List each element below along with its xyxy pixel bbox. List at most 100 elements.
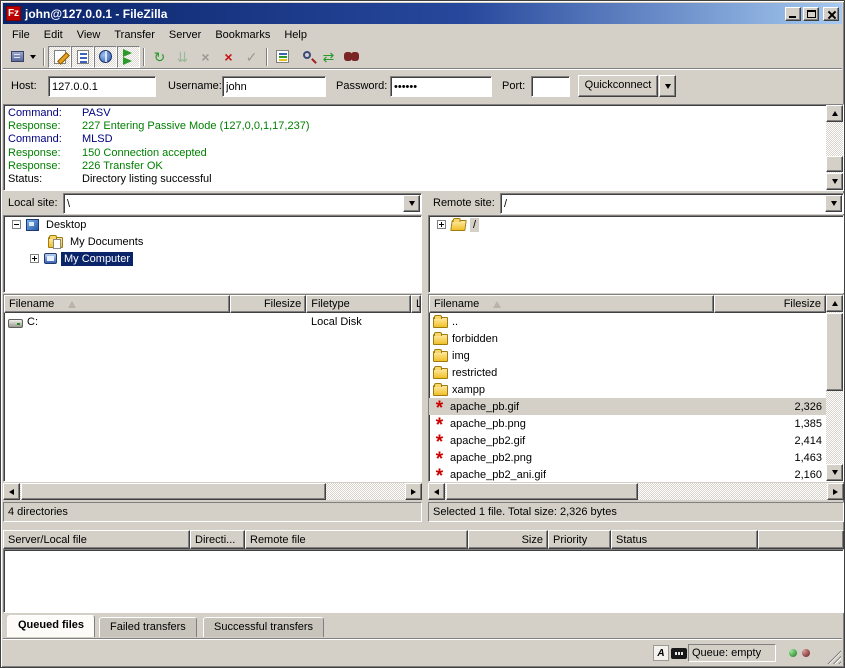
scroll-down-button[interactable] (826, 173, 843, 190)
scrollbar-thumb[interactable] (21, 483, 326, 500)
toggle-remote-tree-button[interactable] (94, 46, 117, 68)
menu-transfer[interactable]: Transfer (107, 27, 162, 43)
site-manager-dropdown-arrow-icon[interactable] (30, 55, 36, 59)
remote-site-combo[interactable]: / (500, 193, 844, 214)
column-header-filesize[interactable]: Filesize (714, 295, 826, 313)
local-file-list[interactable]: Filename Filesize Filetype L C: Local Di… (3, 294, 422, 482)
site-manager-button[interactable] (6, 46, 29, 68)
close-button[interactable] (823, 7, 839, 21)
column-header-remote-file[interactable]: Remote file (245, 530, 468, 549)
scroll-up-button[interactable] (826, 105, 843, 122)
file-row[interactable]: restricted (429, 364, 826, 381)
username-input[interactable] (222, 76, 326, 97)
status-bar: A Queue: empty (3, 639, 842, 665)
column-header-priority[interactable]: Priority (548, 530, 611, 549)
tree-item-my-computer[interactable]: My Computer (4, 250, 421, 267)
file-row[interactable]: apache_pb2.png1,463 (429, 449, 826, 466)
file-row[interactable]: .. (429, 313, 826, 330)
tree-item-root[interactable]: / (429, 216, 843, 233)
toggle-local-tree-button[interactable] (71, 46, 94, 68)
scrollbar-thumb[interactable] (446, 483, 638, 500)
tab-failed-transfers[interactable]: Failed transfers (99, 617, 197, 637)
quickconnect-dropdown-button[interactable] (659, 75, 676, 97)
column-header-size[interactable]: Size (468, 530, 548, 549)
tab-successful-transfers[interactable]: Successful transfers (203, 617, 324, 637)
local-list-hscrollbar[interactable] (3, 483, 422, 500)
column-header-filetype[interactable]: Filetype (306, 295, 411, 313)
file-row[interactable]: apache_pb2.gif2,414 (429, 432, 826, 449)
column-header-server-local-file[interactable]: Server/Local file (3, 530, 190, 549)
column-header-filename[interactable]: Filename (429, 295, 714, 313)
directory-comparison-button[interactable] (294, 46, 317, 68)
host-label: Host: (11, 80, 37, 92)
scrollbar-thumb[interactable] (826, 156, 843, 172)
data-type-indicator-icon[interactable]: A (653, 645, 669, 661)
toggle-transfer-queue-button[interactable] (117, 46, 140, 68)
remote-file-list[interactable]: Filename Filesize .. forbidden img restr… (428, 294, 844, 482)
column-header-direction[interactable]: Directi... (190, 530, 245, 549)
tree-item-desktop[interactable]: Desktop (4, 216, 421, 233)
minimize-button[interactable] (785, 7, 801, 21)
column-header-status[interactable]: Status (611, 530, 758, 549)
disconnect-button[interactable]: × (217, 46, 240, 68)
scroll-left-button[interactable] (3, 483, 20, 500)
reconnect-button[interactable]: ✓ (240, 46, 263, 68)
file-row[interactable]: apache_pb2_ani.gif2,160 (429, 466, 826, 482)
remote-list-scrollbar[interactable] (826, 295, 843, 481)
file-row[interactable]: xampp (429, 381, 826, 398)
remote-site-combo-button[interactable] (825, 195, 842, 212)
menu-bookmarks[interactable]: Bookmarks (208, 27, 277, 43)
refresh-button[interactable]: ↻ (148, 46, 171, 68)
file-row[interactable]: forbidden (429, 330, 826, 347)
menu-edit[interactable]: Edit (37, 27, 70, 43)
column-header-filesize[interactable]: Filesize (230, 295, 306, 313)
file-row-selected[interactable]: apache_pb.gif2,326 (429, 398, 826, 415)
expand-icon[interactable] (30, 254, 39, 263)
password-input[interactable] (390, 76, 492, 97)
queue-list[interactable] (3, 549, 844, 613)
scrollbar-thumb[interactable] (826, 313, 843, 391)
find-files-button[interactable] (340, 46, 363, 68)
scroll-right-button[interactable] (827, 483, 844, 500)
column-header-filename[interactable]: Filename (4, 295, 230, 313)
local-directory-tree[interactable]: Desktop My Documents My Computer (3, 215, 422, 293)
refresh-icon: ↻ (154, 50, 166, 64)
scroll-right-button[interactable] (405, 483, 422, 500)
local-site-combo-button[interactable] (403, 195, 420, 212)
local-site-combo[interactable]: \ (63, 193, 422, 214)
menu-file[interactable]: File (5, 27, 37, 43)
log-scrollbar[interactable] (826, 105, 843, 190)
remote-directory-tree[interactable]: / (428, 215, 844, 293)
remote-list-hscrollbar[interactable] (428, 483, 844, 500)
menu-view[interactable]: View (70, 27, 108, 43)
collapse-icon[interactable] (12, 220, 21, 229)
port-label: Port: (502, 80, 525, 92)
process-queue-button[interactable]: ⇊ (171, 46, 194, 68)
port-input[interactable] (531, 76, 570, 97)
speed-limits-icon[interactable] (671, 648, 687, 659)
resize-grip[interactable] (827, 650, 841, 664)
toggle-message-log-button[interactable] (48, 46, 71, 68)
maximize-button[interactable] (803, 7, 819, 21)
column-header-last-modified[interactable]: L (411, 295, 421, 313)
scroll-left-button[interactable] (428, 483, 445, 500)
synchronized-browsing-button[interactable]: ⇄ (317, 46, 340, 68)
expand-icon[interactable] (437, 220, 446, 229)
file-row[interactable]: apache_pb.png1,385 (429, 415, 826, 432)
cancel-operation-button[interactable]: × (194, 46, 217, 68)
scroll-down-button[interactable] (826, 464, 843, 481)
message-log[interactable]: Command:PASV Response:227 Entering Passi… (3, 104, 844, 191)
title-bar[interactable]: Fz john@127.0.0.1 - FileZilla (3, 3, 842, 24)
file-row-c-drive[interactable]: C: Local Disk (4, 313, 421, 330)
tab-queued-files[interactable]: Queued files (7, 615, 95, 637)
column-header-filler (758, 530, 844, 549)
quickconnect-button[interactable]: Quickconnect (578, 75, 658, 97)
tree-item-my-documents[interactable]: My Documents (4, 233, 421, 250)
directory-listing-filters-button[interactable] (271, 46, 294, 68)
log-line: Status:Directory listing successful (8, 173, 823, 186)
menu-help[interactable]: Help (277, 27, 314, 43)
menu-server[interactable]: Server (162, 27, 208, 43)
file-row[interactable]: img (429, 347, 826, 364)
host-input[interactable] (48, 76, 156, 97)
scroll-up-button[interactable] (826, 295, 843, 312)
